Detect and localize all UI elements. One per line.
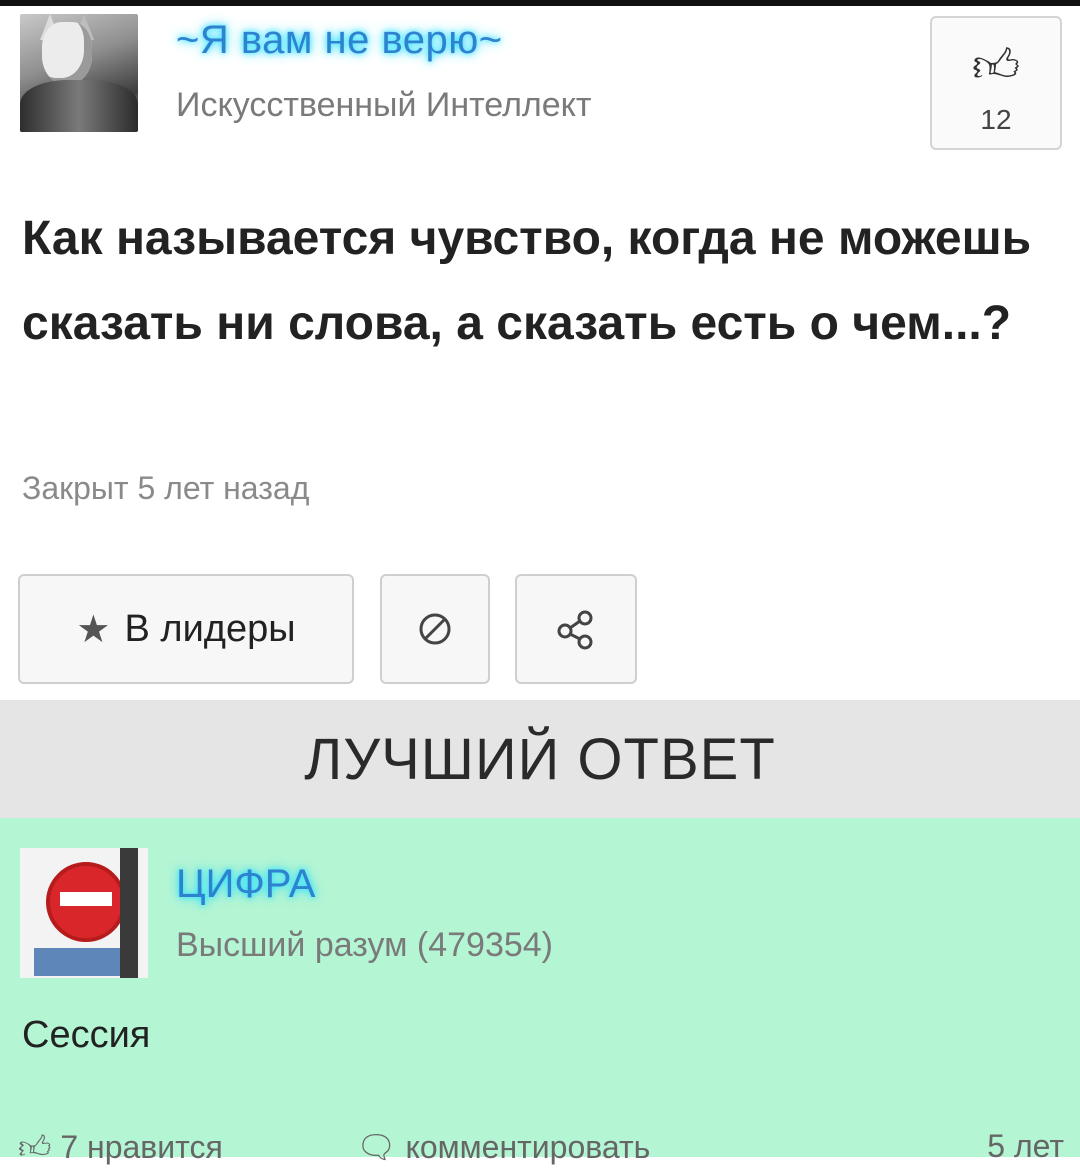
add-to-leaders-button[interactable]: ★ В лидеры [18, 574, 354, 684]
best-answer-title: ЛУЧШИЙ ОТВЕТ [304, 726, 776, 792]
answer-time: 5 лет [987, 1128, 1064, 1164]
comment-icon: 🗨︎ [356, 1129, 406, 1165]
report-icon [419, 613, 451, 645]
answer-text: Сессия [22, 1014, 151, 1056]
share-icon [557, 610, 593, 650]
share-button[interactable] [515, 574, 637, 684]
avatar-body [20, 80, 138, 132]
avatar-head [42, 22, 92, 84]
question-like-count: 12 [980, 104, 1012, 135]
best-answer-header: ЛУЧШИЙ ОТВЕТ [0, 700, 1080, 818]
question-author-avatar[interactable] [20, 14, 138, 132]
report-button[interactable] [380, 574, 490, 684]
sign-plate [34, 948, 120, 976]
no-entry-bar [60, 892, 112, 906]
question-author-rank: Искусственный Интеллект [176, 86, 592, 124]
best-answer-panel: ЦИФРА Высший разум (479354) Сессия 👍︎ 7 … [0, 818, 1080, 1165]
star-icon: ★ [76, 608, 111, 651]
question-like-button[interactable]: 👍︎ 12 [930, 16, 1062, 150]
answer-author-rank: Высший разум (479354) [176, 926, 554, 964]
thumbs-up-icon: 👍︎ [18, 1129, 61, 1165]
comment-label: комментировать [405, 1129, 651, 1165]
answer-like-text: 7 нравится [60, 1129, 223, 1165]
question-text: Как называется чувство, когда не можешь … [22, 212, 1032, 350]
sign-post [120, 848, 138, 978]
question-author-name[interactable]: ~Я вам не верю~ [176, 18, 503, 63]
top-border [0, 0, 1080, 6]
answer-author-name[interactable]: ЦИФРА [176, 862, 315, 907]
comment-button[interactable]: 🗨︎ комментировать [356, 1128, 650, 1166]
answer-author-avatar[interactable] [20, 848, 148, 978]
question-status: Закрыт 5 лет назад [22, 470, 310, 506]
add-to-leaders-label: В лидеры [124, 607, 296, 650]
thumbs-up-icon: 👍︎ [971, 39, 1021, 91]
answer-like-button[interactable]: 👍︎ 7 нравится [18, 1128, 223, 1167]
answer-footer: 👍︎ 7 нравится 🗨︎ комментировать 5 лет [0, 1118, 1080, 1168]
